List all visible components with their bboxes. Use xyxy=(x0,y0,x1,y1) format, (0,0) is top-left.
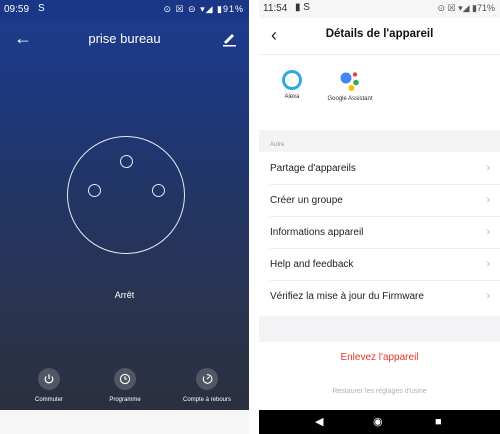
menu-item-label: Informations appareil xyxy=(270,227,364,238)
socket-hole-top xyxy=(120,155,133,168)
header: ← prise bureau xyxy=(0,20,249,64)
alexa-service[interactable]: Alexa xyxy=(267,70,317,101)
socket-icon[interactable] xyxy=(67,136,185,254)
section-divider xyxy=(259,130,500,152)
status-time: 11:54 xyxy=(263,3,288,14)
menu-item-firmware-update[interactable]: Vérifiez la mise à jour du Firmware › xyxy=(259,282,500,313)
remove-device-button[interactable]: Enlevez l'appareil xyxy=(259,342,500,374)
chevron-right-icon: › xyxy=(486,226,490,238)
chevron-right-icon: › xyxy=(486,162,490,174)
chevron-right-icon: › xyxy=(486,258,490,270)
menu-item-label: Créer un groupe xyxy=(270,195,343,206)
status-app-icon: S xyxy=(38,3,45,14)
device-title: prise bureau xyxy=(88,31,161,46)
power-state-label: Arrêt xyxy=(114,290,135,300)
countdown-button[interactable]: Compte à rebours xyxy=(172,368,242,403)
right-phone-screen: 11:54 ▮ S ⊙ ☒ ▾◢ ▮71% ‹ Détails de l'app… xyxy=(259,0,500,434)
divider xyxy=(270,280,500,281)
clock-icon xyxy=(114,368,136,390)
alexa-icon xyxy=(282,70,302,90)
status-indicators: ⊙ ☒ ▾◢ ▮71% xyxy=(437,3,495,13)
back-nav-icon[interactable]: ◀ xyxy=(315,416,323,428)
schedule-button[interactable]: Programme xyxy=(90,368,160,403)
section-label: Autre xyxy=(270,142,285,148)
factory-reset-link[interactable]: Restaurer les réglages d'usine xyxy=(259,388,500,395)
navigation-bar: ◀ ◉ ■ xyxy=(259,410,500,434)
google-assistant-label: Google Assistant xyxy=(327,96,373,102)
divider xyxy=(270,248,500,249)
alexa-label: Alexa xyxy=(284,94,300,100)
menu-item-device-info[interactable]: Informations appareil › xyxy=(259,218,500,249)
chevron-right-icon: › xyxy=(486,290,490,302)
header: ‹ Détails de l'appareil xyxy=(259,18,500,55)
status-indicators: ⊙ ☒ ⊝ ▾◢ ▮91% xyxy=(163,4,244,14)
control-bar: Commuter Programme Compte à rebours xyxy=(0,360,249,410)
left-phone-screen: 09:59 S ⊙ ☒ ⊝ ▾◢ ▮91% ← prise bureau Arr… xyxy=(0,0,249,434)
recents-nav-icon[interactable]: ■ xyxy=(435,416,442,428)
menu-item-create-group[interactable]: Créer un groupe › xyxy=(259,186,500,217)
socket-hole-right xyxy=(152,184,165,197)
menu-item-label: Partage d'appareils xyxy=(270,163,356,174)
countdown-label: Compte à rebours xyxy=(182,397,232,403)
schedule-label: Programme xyxy=(109,397,141,403)
divider xyxy=(270,216,500,217)
timer-icon xyxy=(196,368,218,390)
pencil-icon[interactable] xyxy=(221,31,237,47)
status-bar: 09:59 S ⊙ ☒ ⊝ ▾◢ ▮91% xyxy=(0,0,249,20)
switch-button[interactable]: Commuter xyxy=(14,368,84,403)
menu-item-label: Vérifiez la mise à jour du Firmware xyxy=(270,291,424,302)
chevron-right-icon: › xyxy=(486,194,490,206)
status-app-icons: ▮ S xyxy=(295,2,310,13)
status-bar: 11:54 ▮ S ⊙ ☒ ▾◢ ▮71% xyxy=(259,0,500,18)
socket-hole-left xyxy=(88,184,101,197)
navigation-bar xyxy=(0,410,249,434)
home-nav-icon[interactable]: ◉ xyxy=(373,416,383,428)
menu-item-help-feedback[interactable]: Help and feedback › xyxy=(259,250,500,281)
divider xyxy=(270,184,500,185)
menu-item-share-device[interactable]: Partage d'appareils › xyxy=(259,154,500,185)
remove-device-label: Enlevez l'appareil xyxy=(340,352,419,363)
google-assistant-service[interactable]: Google Assistant xyxy=(325,70,375,103)
section-divider xyxy=(259,316,500,342)
page-title: Détails de l'appareil xyxy=(325,28,434,40)
status-time: 09:59 xyxy=(4,4,30,15)
google-assistant-icon xyxy=(340,72,359,91)
menu-item-label: Help and feedback xyxy=(270,259,354,270)
power-icon xyxy=(38,368,60,390)
switch-label: Commuter xyxy=(34,397,63,403)
